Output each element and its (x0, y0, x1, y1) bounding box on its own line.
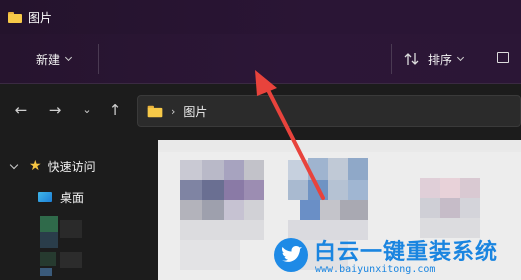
twitter-bird-logo (274, 238, 308, 272)
folder-icon (8, 11, 22, 23)
chevron-down-icon[interactable]: ⌄ (78, 101, 96, 119)
blurred-icon (40, 252, 56, 266)
blurred-tile (288, 160, 308, 180)
blurred-tile (288, 180, 308, 200)
blurred-tile (224, 180, 244, 200)
blurred-tile (348, 180, 368, 202)
blurred-icon (40, 268, 52, 276)
desktop-label: 桌面 (60, 190, 85, 205)
blurred-tile (460, 178, 480, 198)
sort-icon (404, 53, 419, 65)
blurred-tile (420, 198, 440, 218)
blurred-tile (180, 200, 202, 220)
desktop-item[interactable]: 桌面 (38, 188, 84, 206)
blurred-tile (224, 200, 244, 220)
blurred-tile (328, 158, 348, 180)
blurred-text (60, 252, 82, 268)
blurred-tile (440, 198, 460, 218)
blurred-tile (348, 158, 368, 180)
blurred-tile (244, 160, 264, 180)
blurred-tile (460, 198, 480, 218)
blurred-icon (40, 232, 58, 248)
desktop-icon (38, 192, 52, 202)
blurred-tile (180, 180, 202, 200)
blurred-tile (244, 180, 264, 200)
watermark: 白云一键重装系统 www.baiyunxitong.com (274, 234, 521, 280)
blurred-tile (420, 178, 440, 198)
watermark-url: www.baiyunxitong.com (315, 264, 436, 275)
toolbar-divider (98, 44, 99, 74)
chevron-down-icon (456, 53, 465, 62)
chevron-down-icon (64, 53, 73, 62)
navigation-pane: ★ 快速访问 桌面 (0, 140, 158, 280)
navigation-row: ← → ⌄ ↑ › 图片 (0, 85, 521, 139)
blurred-tile (328, 180, 348, 202)
new-button-label: 新建 (36, 52, 61, 67)
blurred-tile (158, 140, 521, 152)
arrow-right-icon[interactable]: → (46, 101, 64, 119)
chevron-down-icon[interactable] (9, 160, 19, 169)
blurred-tile (202, 160, 224, 180)
window-title: 图片 (28, 10, 53, 25)
star-icon: ★ (29, 158, 42, 174)
blurred-tile (308, 158, 328, 180)
new-button[interactable]: 新建 (36, 48, 73, 70)
blurred-tile (440, 178, 460, 198)
blurred-tile (244, 200, 264, 220)
breadcrumb-item[interactable]: 图片 (183, 103, 207, 120)
blurred-icon (40, 216, 58, 232)
command-bar: 新建 排序 (0, 34, 521, 84)
blurred-tile (180, 240, 240, 270)
blurred-tile (340, 200, 368, 220)
blurred-tile (300, 200, 320, 220)
toolbar-divider (391, 44, 392, 74)
blurred-tile (224, 160, 244, 180)
blurred-tile (202, 180, 224, 200)
watermark-title: 白云一键重装系统 (314, 240, 499, 265)
quick-access-label: 快速访问 (47, 159, 96, 174)
blurred-tile (180, 160, 202, 180)
arrow-up-icon[interactable]: ↑ (106, 101, 124, 119)
blurred-tile (180, 220, 264, 240)
blurred-tile (308, 180, 328, 202)
blurred-text (60, 220, 82, 238)
view-icon[interactable] (497, 52, 509, 63)
arrow-left-icon[interactable]: ← (12, 101, 30, 119)
quick-access-item[interactable]: ★ 快速访问 (0, 154, 158, 178)
address-bar[interactable]: › 图片 (137, 95, 521, 127)
sort-button-label: 排序 (428, 52, 453, 67)
folder-icon (147, 105, 163, 117)
blurred-tile (202, 200, 224, 220)
sort-button[interactable]: 排序 (404, 48, 465, 70)
breadcrumb-chevron-icon: › (171, 104, 176, 118)
blurred-tile (320, 200, 340, 220)
title-bar: 图片 (0, 0, 521, 34)
